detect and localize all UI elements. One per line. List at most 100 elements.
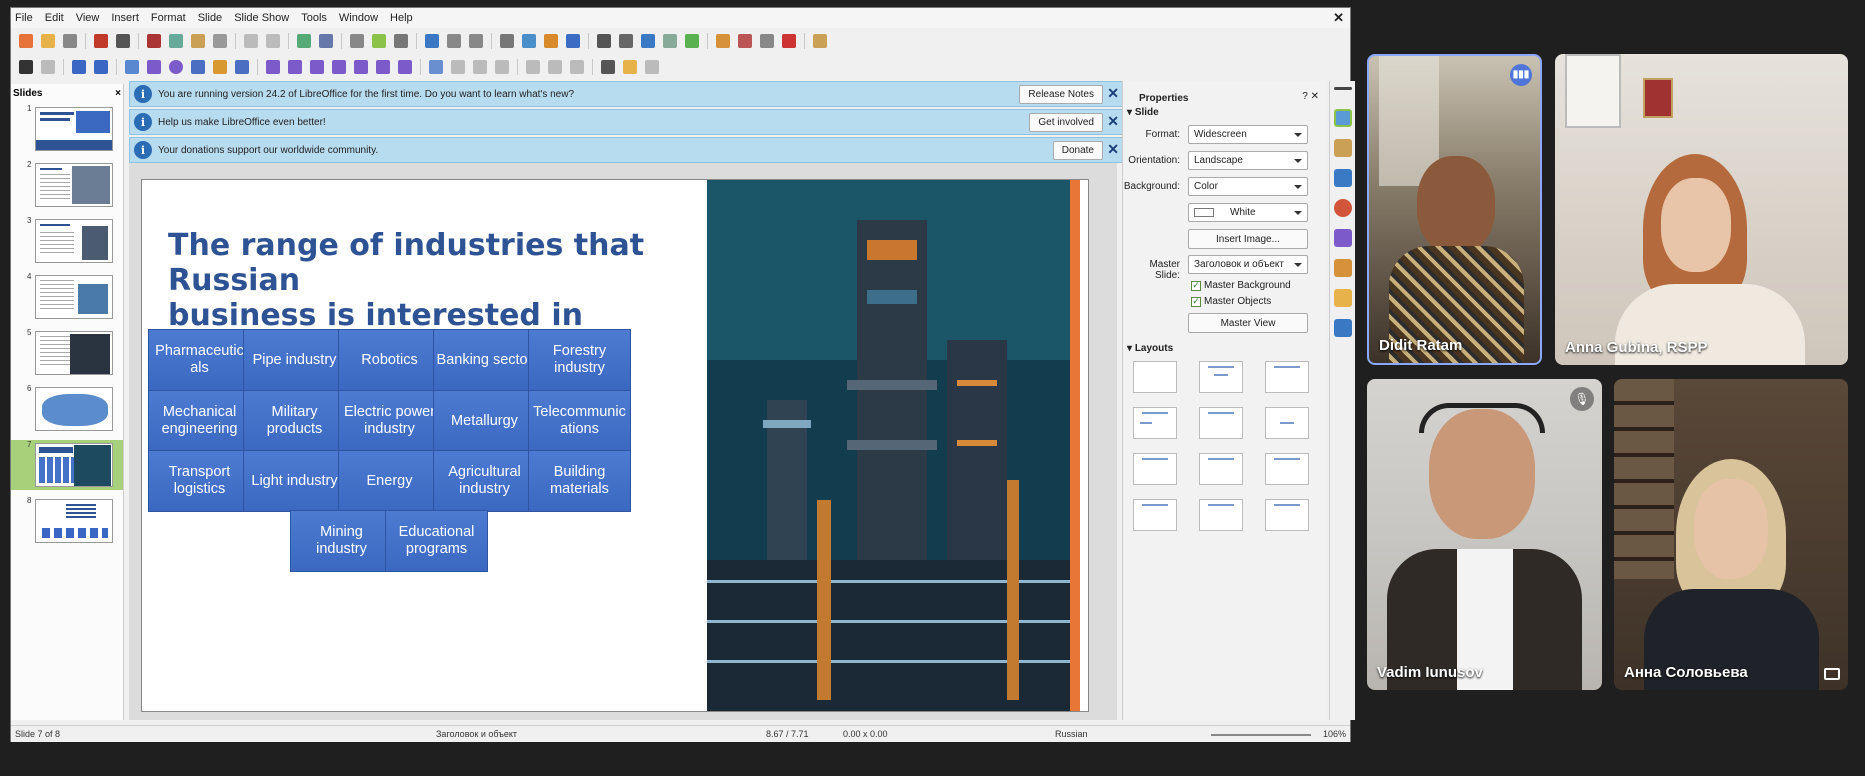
donate-button[interactable]: Donate [1052,141,1103,160]
navigator-deck-icon[interactable] [1334,199,1352,217]
points-icon[interactable] [601,60,615,74]
clone-formatting-icon[interactable] [213,34,227,48]
industry-box[interactable]: Pharmaceutic als [148,329,251,391]
transitions-icon[interactable] [663,34,677,48]
menu-slide[interactable]: Slide [198,12,222,24]
slide-thumbnail-2[interactable]: 2 [11,160,123,210]
master-slides-deck-icon[interactable] [1334,319,1352,337]
layout-title-content-over-content[interactable] [1133,499,1177,531]
stars-icon[interactable] [376,60,390,74]
refinery-photo[interactable] [707,180,1080,711]
gallery-deck-icon[interactable] [1334,169,1352,187]
picture-in-picture-icon[interactable] [1824,668,1840,680]
close-preview-icon[interactable] [782,34,796,48]
cut-icon[interactable] [147,34,161,48]
arrange-icon[interactable] [473,60,487,74]
insert-shape-icon[interactable] [738,34,752,48]
industry-box[interactable]: Energy [338,450,441,512]
master-objects-checkbox[interactable]: ✓ Master Objects [1191,296,1271,307]
chart-icon[interactable] [566,34,580,48]
slide-transition-deck-icon[interactable] [1334,259,1352,277]
properties-deck-icon[interactable] [1334,109,1352,127]
industry-box[interactable]: Transport logistics [148,450,251,512]
slide-thumbnail-6[interactable]: 6 [11,384,123,434]
curve-icon[interactable] [213,60,227,74]
layout-title-content[interactable] [1199,361,1243,393]
layouts-section-header[interactable]: ▾ Layouts [1127,343,1173,354]
participant-tile-anna-gubina[interactable]: Anna Gubina, RSPP [1555,54,1848,365]
industry-box[interactable]: Light industry [243,450,346,512]
close-properties-icon[interactable]: ? ✕ [1302,91,1319,102]
zoom-pan-icon[interactable] [41,60,55,74]
block-arrows-icon[interactable] [310,60,324,74]
more-options-icon[interactable] [760,34,774,48]
current-slide[interactable]: The range of industries that Russian bus… [141,179,1089,712]
connector-icon[interactable] [235,60,249,74]
menu-edit[interactable]: Edit [45,12,64,24]
select-icon[interactable] [19,60,33,74]
slide-thumbnail-5[interactable]: 5 [11,328,123,378]
align-icon[interactable] [451,60,465,74]
industry-box[interactable]: Agricultural industry [433,450,536,512]
industry-box[interactable]: Electric power industry [338,390,441,452]
layout-title-2-content-over-content[interactable] [1265,453,1309,485]
industry-box[interactable]: Educational programs [385,510,488,572]
symbol-shapes-icon[interactable] [288,60,302,74]
zoom-slider[interactable] [1211,734,1311,736]
slide-thumbnail-4[interactable]: 4 [11,272,123,322]
industry-box[interactable]: Mining industry [290,510,393,572]
sidebar-toggle-icon[interactable] [813,34,827,48]
close-slides-pane-icon[interactable]: × [115,88,121,99]
slide-section-header[interactable]: ▾ Slide [1127,107,1159,118]
industry-box[interactable]: Building materials [528,450,631,512]
fill-color-icon[interactable] [94,60,108,74]
layout-title-two-content[interactable] [1133,407,1177,439]
menu-tools[interactable]: Tools [301,12,327,24]
participant-tile-didit[interactable]: ▮▮▮ Didit Ratam [1367,54,1542,365]
background-color-dropdown[interactable]: White [1188,203,1308,222]
layout-title-6-content[interactable] [1265,499,1309,531]
industry-box[interactable]: Mechanical engineering [148,390,251,452]
rotate-icon[interactable] [429,60,443,74]
print-icon[interactable] [116,34,130,48]
crop-icon[interactable] [548,60,562,74]
industry-box[interactable]: Pipe industry [243,329,346,391]
zoom-level[interactable]: 106% [1323,729,1346,739]
menu-window[interactable]: Window [339,12,378,24]
menu-format[interactable]: Format [151,12,186,24]
industry-box[interactable]: Forestry industry [528,329,631,391]
industry-box[interactable]: Robotics [338,329,441,391]
start-slideshow-icon[interactable] [425,34,439,48]
display-views-dropdown-icon[interactable] [394,34,408,48]
duplicate-slide-icon[interactable] [469,34,483,48]
layout-centered-text[interactable] [1265,407,1309,439]
styles-deck-icon[interactable] [1334,139,1352,157]
close-infobar-icon[interactable]: ✕ [1107,85,1119,102]
copy-icon[interactable] [169,34,183,48]
close-infobar-icon[interactable]: ✕ [1107,113,1119,130]
layout-title-content-2[interactable] [1199,407,1243,439]
paste-icon[interactable] [191,34,205,48]
menu-insert[interactable]: Insert [111,12,139,24]
layout-title-content-2-content[interactable] [1199,453,1243,485]
glue-points-icon[interactable] [623,60,637,74]
image-icon[interactable] [522,34,536,48]
master-view-button[interactable]: Master View [1188,313,1308,333]
shadow-icon[interactable] [526,60,540,74]
redo-icon[interactable] [266,34,280,48]
media-icon[interactable] [544,34,558,48]
master-slide-dropdown[interactable]: Заголовок и объект [1188,255,1308,274]
table-icon[interactable] [500,34,514,48]
distribute-icon[interactable] [495,60,509,74]
menu-slide-show[interactable]: Slide Show [234,12,289,24]
special-character-icon[interactable] [619,34,633,48]
format-dropdown[interactable]: Widescreen [1188,125,1308,144]
save-icon[interactable] [63,34,77,48]
menu-view[interactable]: View [76,12,100,24]
layout-title-4-content[interactable] [1199,499,1243,531]
shapes-deck-icon[interactable] [1334,229,1352,247]
participant-tile-anna-solovyova[interactable]: Анна Соловьева [1614,379,1848,690]
slide-thumbnail-8[interactable]: 8 [11,496,123,546]
language-indicator[interactable]: Russian [1055,729,1088,739]
text-box-icon[interactable] [597,34,611,48]
